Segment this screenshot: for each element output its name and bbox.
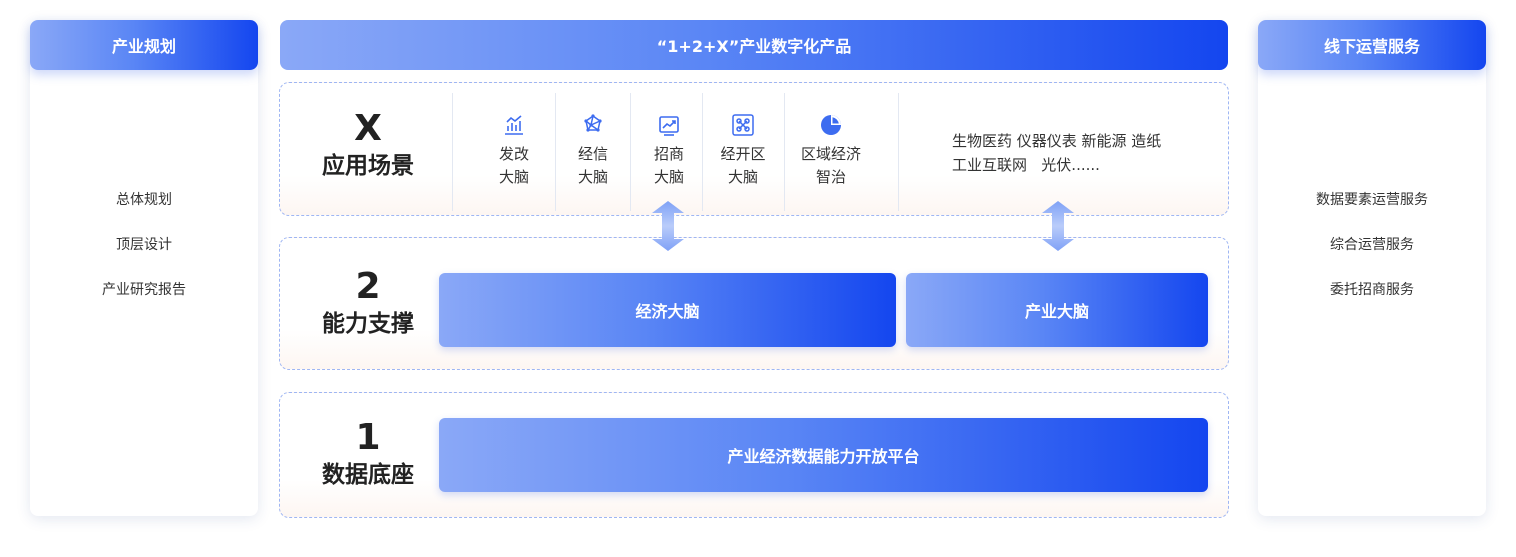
right-panel-list: 数据要素运营服务 综合运营服务 委托招商服务 <box>1258 188 1486 323</box>
right-panel-item: 综合运营服务 <box>1330 237 1414 253</box>
divider <box>555 93 556 211</box>
divider <box>898 93 899 211</box>
network-icon <box>584 114 602 132</box>
left-panel-item: 产业研究报告 <box>102 282 186 298</box>
right-panel-item: 委托招商服务 <box>1330 282 1414 298</box>
right-panel-item: 数据要素运营服务 <box>1316 192 1428 208</box>
left-panel-title: 产业规划 <box>30 20 258 70</box>
divider <box>784 93 785 211</box>
layer-1-name: 数据底座 <box>322 462 414 488</box>
industries-line: 工业互联网 光伏...... <box>952 156 1100 174</box>
layer-x-heading: X 应用场景 <box>280 109 456 183</box>
industries-list: 生物医药 仪器仪表 新能源 造纸 工业互联网 光伏...... <box>952 129 1161 177</box>
left-panel: 产业规划 总体规划 顶层设计 产业研究报告 <box>30 20 258 516</box>
scene-label: 区域经济 智治 <box>800 145 861 186</box>
layer-x-number: X <box>354 108 382 149</box>
double-arrow-icon <box>1042 201 1074 251</box>
trend-chart-icon <box>659 116 679 136</box>
layer-application-scenarios: X 应用场景 发改 大脑 经信 大脑 招商 大脑 经开区 大脑 区域经济 智治 … <box>279 82 1229 216</box>
divider <box>630 93 631 211</box>
layer-2-name: 能力支撑 <box>322 311 414 337</box>
scene-item: 招商 大脑 <box>634 113 704 189</box>
scene-label: 经开区 大脑 <box>720 145 766 186</box>
left-panel-item: 顶层设计 <box>116 237 172 253</box>
right-panel: 线下运营服务 数据要素运营服务 综合运营服务 委托招商服务 <box>1258 20 1486 516</box>
scene-label: 发改 大脑 <box>498 145 529 186</box>
double-arrow-icon <box>652 201 684 251</box>
scene-item: 发改 大脑 <box>479 113 549 189</box>
layer-1-number: 1 <box>355 417 381 458</box>
scene-item: 经开区 大脑 <box>708 113 778 189</box>
industries-line: 生物医药 仪器仪表 新能源 造纸 <box>952 132 1162 150</box>
divider <box>702 93 703 211</box>
layer-1-heading: 1 数据底座 <box>280 418 456 492</box>
layer-x-name: 应用场景 <box>322 153 414 179</box>
layer-capability-support: 2 能力支撑 经济大脑 产业大脑 <box>279 237 1229 370</box>
divider <box>452 93 453 211</box>
scene-label: 经信 大脑 <box>577 145 608 186</box>
pie-chart-icon <box>821 115 841 135</box>
industry-brain-box: 产业大脑 <box>906 273 1208 347</box>
right-panel-title: 线下运营服务 <box>1258 20 1486 70</box>
nodes-icon <box>732 114 754 136</box>
data-platform-box: 产业经济数据能力开放平台 <box>439 418 1208 492</box>
layer-2-heading: 2 能力支撑 <box>280 267 456 341</box>
center-title: “1+2+X”产业数字化产品 <box>280 20 1228 70</box>
layer-2-number: 2 <box>355 266 381 307</box>
left-panel-list: 总体规划 顶层设计 产业研究报告 <box>30 188 258 323</box>
bar-chart-icon <box>505 115 523 135</box>
layer-data-foundation: 1 数据底座 产业经济数据能力开放平台 <box>279 392 1229 518</box>
left-panel-item: 总体规划 <box>116 192 172 208</box>
scene-label: 招商 大脑 <box>653 145 684 186</box>
scene-item: 区域经济 智治 <box>793 113 869 189</box>
scene-item: 经信 大脑 <box>558 113 628 189</box>
economy-brain-box: 经济大脑 <box>439 273 896 347</box>
